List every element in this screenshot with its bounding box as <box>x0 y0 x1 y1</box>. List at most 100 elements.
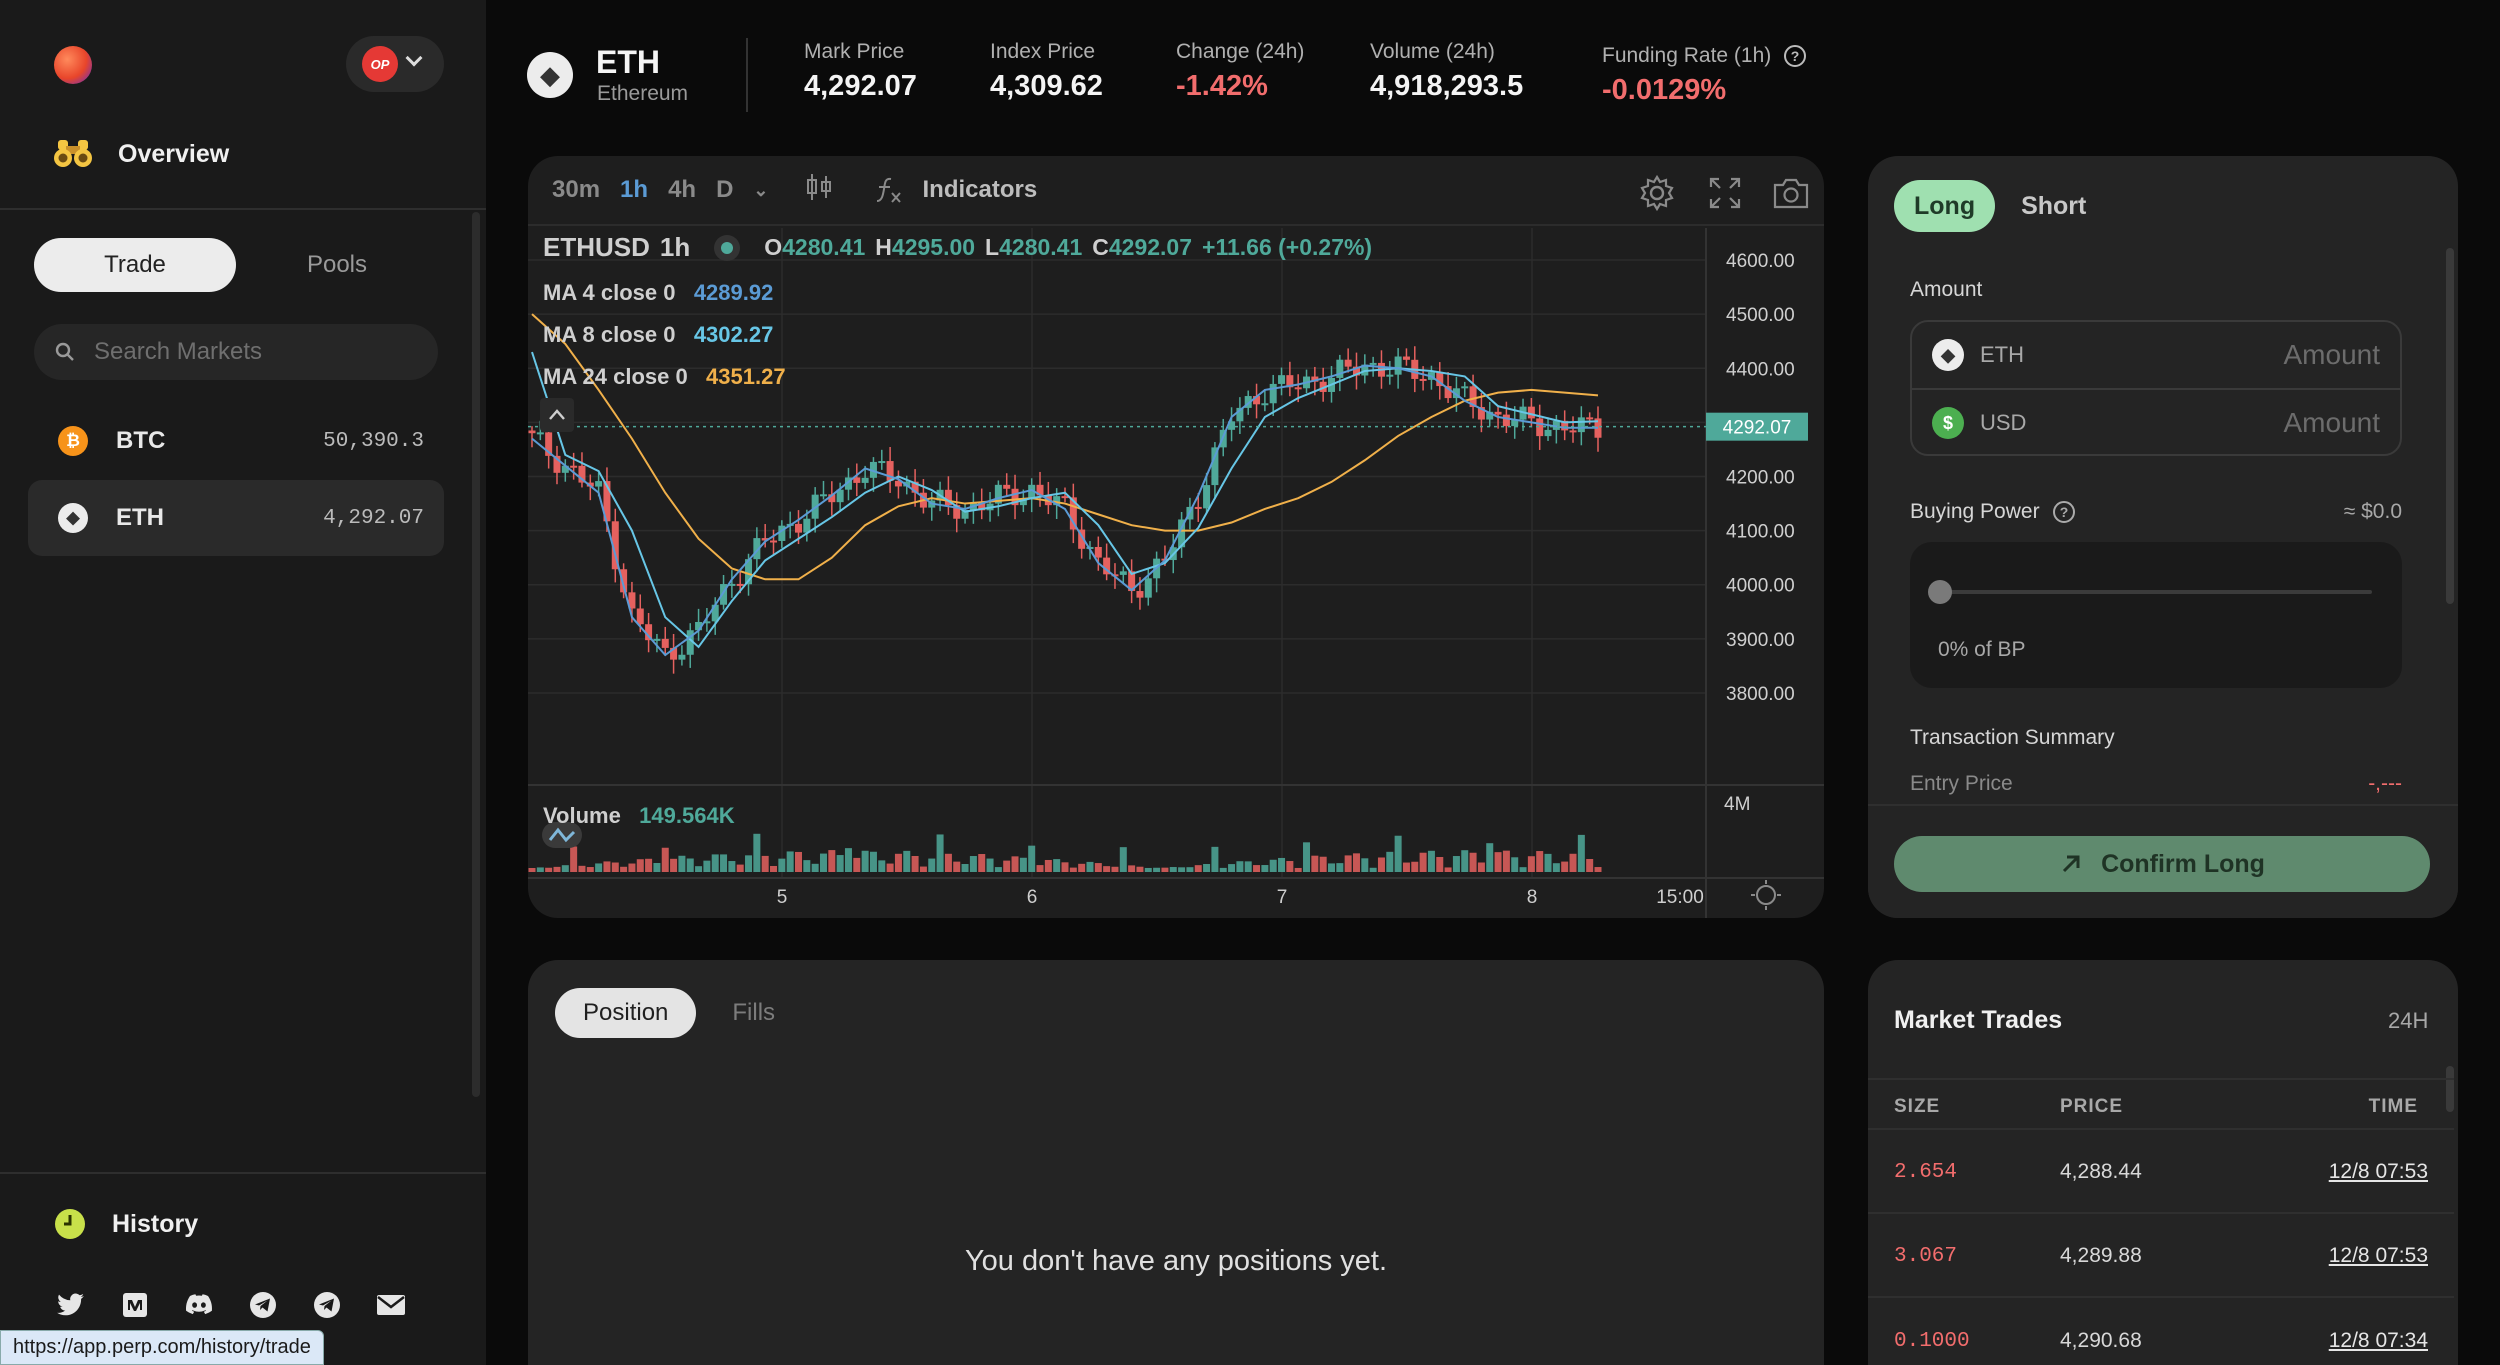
volume-bar <box>944 853 952 872</box>
app-logo[interactable] <box>54 46 92 84</box>
volume-bar <box>1044 859 1052 872</box>
volume-bar <box>1344 855 1352 872</box>
market-item-btc[interactable]: ₿ BTC 50,390.3 <box>28 403 444 479</box>
usd-amount-input[interactable] <box>2180 407 2380 439</box>
tab-long[interactable]: Long <box>1894 180 1996 232</box>
sidebar-scrollbar[interactable] <box>472 212 480 1097</box>
trade-time[interactable]: 12/8 07:34 <box>2329 1329 2428 1353</box>
volume-bar <box>961 863 969 872</box>
tab-trade[interactable]: Trade <box>34 238 236 292</box>
market-trades-range[interactable]: 24H <box>2388 1008 2428 1034</box>
candle-body <box>1402 356 1410 360</box>
volume-bar <box>1352 853 1360 872</box>
function-icon <box>876 177 901 203</box>
order-scrollbar[interactable] <box>2446 248 2454 604</box>
nav-history[interactable]: History <box>54 1208 198 1240</box>
volume-bar <box>1003 860 1011 872</box>
slider-track[interactable] <box>1936 590 2372 594</box>
telegram-icon[interactable] <box>312 1290 342 1320</box>
usd-unit: USD <box>1980 410 2027 435</box>
chevron-down-icon[interactable]: ⌄ <box>753 180 768 201</box>
volume-bar <box>1178 867 1186 872</box>
tab-short[interactable]: Short <box>2001 180 2106 232</box>
volume-bar <box>1561 861 1569 872</box>
volume-bar <box>978 854 986 872</box>
candle-type-icon[interactable] <box>805 172 833 209</box>
volume-24h: Volume (24h) 4,918,293.5 <box>1370 40 1523 103</box>
positions-tabs: Position Fills <box>555 988 803 1038</box>
reset-zoom-icon[interactable] <box>1751 880 1781 910</box>
tab-fills[interactable]: Fills <box>704 988 803 1038</box>
price-tick: 4500.00 <box>1726 305 1795 326</box>
market-symbol: ETH <box>116 504 164 531</box>
volume-bar <box>1311 855 1319 872</box>
mail-icon[interactable] <box>376 1290 406 1320</box>
fullscreen-icon[interactable] <box>1708 176 1742 210</box>
change-label: Change (24h) <box>1176 40 1305 63</box>
candle-body <box>1144 578 1152 598</box>
divider <box>1868 1212 2454 1214</box>
trades-scrollbar[interactable] <box>2446 1066 2454 1112</box>
market-price: 50,390.3 <box>323 429 424 453</box>
interval-d[interactable]: D <box>716 176 733 204</box>
volume-bar <box>919 866 927 872</box>
slider-thumb[interactable] <box>1928 580 1952 604</box>
volume-bars <box>528 833 1602 872</box>
arrow-up-right-icon <box>2063 855 2080 873</box>
legend-ma24: MA 24 close 0 4351.27 <box>543 364 786 389</box>
candle-body <box>1261 403 1269 406</box>
interval-1h[interactable]: 1h <box>620 176 648 204</box>
volume-bar <box>1144 867 1152 872</box>
volume-bar <box>1469 852 1477 872</box>
collapse-legend-button[interactable] <box>540 398 574 432</box>
search-input[interactable] <box>94 338 414 366</box>
eth-amount-input[interactable] <box>2180 339 2380 371</box>
volume-bar <box>1519 867 1527 872</box>
interval-30m[interactable]: 30m <box>552 176 600 204</box>
volume-bar <box>969 856 977 872</box>
candle-body <box>661 638 669 648</box>
volume-bar <box>728 861 736 872</box>
optimism-icon: OP <box>362 46 398 82</box>
volume-bar <box>1336 863 1344 872</box>
help-icon[interactable]: ? <box>2052 500 2076 524</box>
ethereum-icon: ◆ <box>527 52 573 98</box>
tab-position[interactable]: Position <box>555 988 697 1038</box>
buying-power-label-text: Buying Power <box>1910 500 2040 523</box>
telegram-icon[interactable] <box>248 1290 278 1320</box>
volume-bar <box>1161 867 1169 872</box>
volume-bar <box>1094 863 1102 872</box>
discord-icon[interactable] <box>184 1290 214 1320</box>
medium-icon[interactable] <box>120 1290 150 1320</box>
interval-4h[interactable]: 4h <box>668 176 696 204</box>
help-icon[interactable]: ? <box>1783 44 1807 68</box>
candle-body <box>1269 383 1277 404</box>
current-price-tag: 4292.07 <box>1706 412 1808 441</box>
volume-bar <box>878 860 886 872</box>
volume-bar <box>1169 867 1177 872</box>
confirm-long-button[interactable]: Confirm Long <box>1894 836 2430 892</box>
price-tick: 4100.00 <box>1726 522 1795 543</box>
tab-pools[interactable]: Pools <box>236 238 438 292</box>
gear-icon[interactable] <box>1638 174 1676 212</box>
market-item-eth[interactable]: ◆ ETH 4,292.07 <box>28 480 444 556</box>
nav-overview[interactable]: Overview <box>54 138 229 170</box>
volume-bar <box>1552 863 1560 872</box>
trade-time[interactable]: 12/8 07:53 <box>2329 1160 2428 1184</box>
volume-bar <box>1544 853 1552 872</box>
twitter-icon[interactable] <box>56 1290 86 1320</box>
change-24h: Change (24h) -1.42% <box>1176 40 1304 103</box>
eth-amount-row: ◆ ETH <box>1912 322 2400 388</box>
candle-body <box>861 477 869 483</box>
index-price: Index Price 4,309.62 <box>990 40 1103 103</box>
camera-icon[interactable] <box>1772 176 1810 210</box>
current-price-label: 4292.07 <box>1723 418 1792 439</box>
legend-close: C4292.07 <box>1092 234 1193 260</box>
trade-time[interactable]: 12/8 07:53 <box>2329 1244 2428 1268</box>
amount-inputs: ◆ ETH $ USD <box>1910 320 2402 456</box>
candle-body <box>528 430 536 434</box>
volume-bar <box>695 866 703 872</box>
ma-line <box>531 313 1599 581</box>
indicators-button[interactable]: Indicators <box>873 175 1048 205</box>
network-selector[interactable]: OP <box>346 36 444 92</box>
